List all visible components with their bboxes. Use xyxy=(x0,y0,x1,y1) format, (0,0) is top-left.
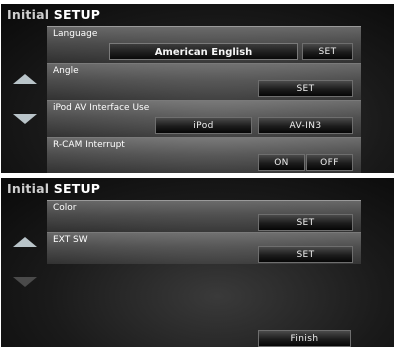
scroll-up-icon[interactable] xyxy=(13,237,37,247)
settings-panel: Color SET EXT SW SET xyxy=(47,200,361,264)
ext-sw-set-button[interactable]: SET xyxy=(258,246,353,263)
scroll-up-icon[interactable] xyxy=(13,74,37,84)
language-label: Language xyxy=(53,29,98,39)
setup-screen-2: Initial SETUP Color SET EXT SW SET Finis… xyxy=(1,178,394,347)
angle-label: Angle xyxy=(53,66,79,76)
row-language: Language American English SET xyxy=(47,26,361,63)
row-ext-sw: EXT SW SET xyxy=(47,232,361,264)
title-initial: Initial xyxy=(7,181,54,196)
av-in3-option-button[interactable]: AV-IN3 xyxy=(258,117,353,134)
color-set-button[interactable]: SET xyxy=(258,214,353,231)
title-setup: SETUP xyxy=(53,181,101,196)
scroll-down-icon xyxy=(13,277,37,287)
language-value: American English xyxy=(109,43,298,60)
color-label: Color xyxy=(53,203,77,213)
rcam-label: R-CAM Interrupt xyxy=(53,140,125,150)
row-ipod-av: iPod AV Interface Use iPod AV-IN3 xyxy=(47,100,361,137)
title-setup: SETUP xyxy=(53,7,101,22)
ipod-option-button[interactable]: iPod xyxy=(155,117,252,134)
scroll-down-icon[interactable] xyxy=(13,114,37,124)
language-set-button[interactable]: SET xyxy=(302,43,353,60)
screen-title: Initial SETUP xyxy=(7,181,100,196)
row-rcam: R-CAM Interrupt ON OFF xyxy=(47,137,361,173)
finish-button[interactable]: Finish xyxy=(258,330,351,347)
rcam-off-button[interactable]: OFF xyxy=(306,154,353,171)
screen-title: Initial SETUP xyxy=(7,7,100,22)
angle-set-button[interactable]: SET xyxy=(258,80,353,97)
row-color: Color SET xyxy=(47,200,361,232)
row-angle: Angle SET xyxy=(47,63,361,100)
title-initial: Initial xyxy=(7,7,54,22)
setup-screen-1: Initial SETUP Language American English … xyxy=(1,4,394,173)
ipod-av-label: iPod AV Interface Use xyxy=(53,103,150,113)
ext-sw-label: EXT SW xyxy=(53,235,88,245)
rcam-on-button[interactable]: ON xyxy=(258,154,305,171)
settings-panel: Language American English SET Angle SET … xyxy=(47,26,361,173)
